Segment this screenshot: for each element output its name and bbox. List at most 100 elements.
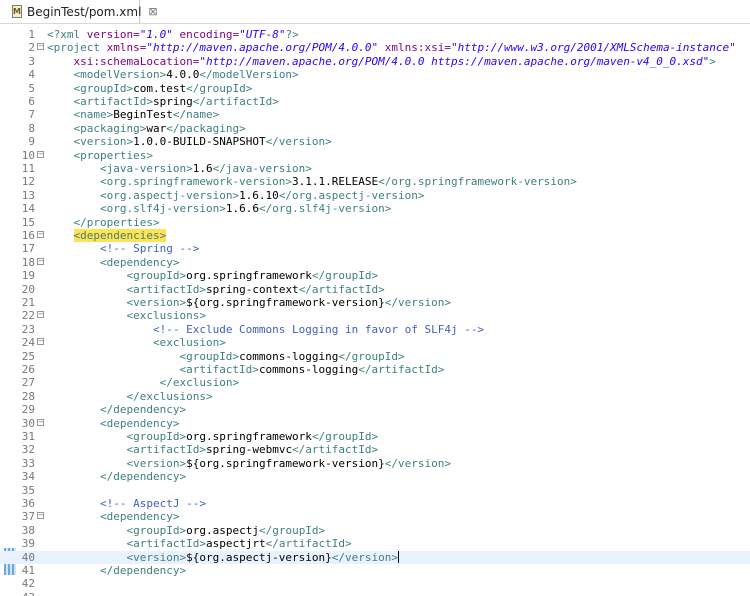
code-line[interactable]: 12 <org.springframework-version>3.1.1.RE… bbox=[0, 175, 750, 188]
code-line[interactable]: 13 <org.aspectj-version>1.6.10</org.aspe… bbox=[0, 189, 750, 202]
code-text: <exclusion> bbox=[47, 336, 226, 349]
code-line[interactable]: 14 <org.slf4j-version>1.6.6</org.slf4j-v… bbox=[0, 202, 750, 215]
code-text: </properties> bbox=[47, 216, 160, 229]
xml-text: war bbox=[146, 121, 167, 135]
fold-toggle-icon[interactable]: − bbox=[37, 418, 44, 426]
xml-tag: </artifactId> bbox=[192, 95, 279, 108]
xml-comment: <!-- AspectJ --> bbox=[99, 497, 206, 510]
code-line[interactable]: 42 bbox=[0, 577, 750, 590]
code-line[interactable]: 38 <groupId>org.aspectj</groupId> bbox=[0, 524, 750, 537]
fold-toggle-icon[interactable]: − bbox=[37, 257, 44, 265]
code-text: <groupId>org.springframework</groupId> bbox=[47, 430, 378, 443]
code-line[interactable]: 21 <version>${org.springframework-versio… bbox=[0, 296, 750, 309]
line-number: 22 bbox=[21, 309, 35, 323]
xml-tag: </groupId> bbox=[311, 430, 379, 443]
code-line[interactable]: 26 <artifactId>commons-logging</artifact… bbox=[0, 363, 750, 376]
code-line[interactable]: 31 <groupId>org.springframework</groupId… bbox=[0, 430, 750, 443]
xml-tag: </dependency> bbox=[99, 403, 187, 417]
code-text: <groupId>commons-logging</groupId> bbox=[47, 349, 405, 363]
fold-toggle-icon[interactable]: − bbox=[37, 231, 44, 238]
code-text: <groupId>org.springframework</groupId> bbox=[47, 269, 378, 282]
code-line[interactable]: 7 <name>BeginTest</name> bbox=[0, 108, 750, 121]
xml-tag: <groupId> bbox=[73, 81, 134, 95]
code-text: </exclusion> bbox=[47, 376, 239, 389]
fold-toggle-icon[interactable]: − bbox=[37, 338, 44, 346]
xml-text: org.aspectj bbox=[186, 523, 259, 537]
code-line[interactable]: 10− <properties> bbox=[0, 149, 750, 162]
xml-tag: <groupId> bbox=[126, 523, 187, 537]
code-text: <version>${org.aspectj-version}</version… bbox=[47, 550, 400, 564]
code-text: <org.slf4j-version>1.6.6</org.slf4j-vers… bbox=[47, 202, 391, 215]
code-line[interactable]: 39 <artifactId>aspectjrt</artifactId> bbox=[0, 537, 750, 550]
xml-tag: </exclusion> bbox=[159, 376, 240, 390]
code-line[interactable]: 30− <dependency> bbox=[0, 417, 750, 430]
code-line[interactable]: 32 <artifactId>spring-webmvc</artifactId… bbox=[0, 443, 750, 456]
code-line[interactable]: 4 <modelVersion>4.0.0</modelVersion> bbox=[0, 68, 750, 81]
code-line[interactable]: 40 <version>${org.aspectj-version}</vers… bbox=[0, 550, 750, 564]
xml-tag: </groupId> bbox=[311, 269, 379, 283]
code-line[interactable]: 25 <groupId>commons-logging</groupId> bbox=[0, 350, 750, 363]
code-line[interactable]: 37− <dependency> bbox=[0, 510, 750, 523]
code-line[interactable]: 5 <groupId>com.test</groupId> bbox=[0, 82, 750, 95]
code-line[interactable]: 36 <!-- AspectJ --> bbox=[0, 497, 750, 510]
code-line[interactable]: 1 <?xml version="1.0" encoding="UTF-8"?> bbox=[0, 28, 750, 41]
code-line[interactable]: 9 <version>1.0.0-BUILD-SNAPSHOT</version… bbox=[0, 135, 750, 148]
code-line[interactable]: 27 </exclusion> bbox=[0, 376, 750, 389]
line-number: 13 bbox=[21, 188, 35, 202]
xml-tag: </groupId> bbox=[338, 349, 405, 363]
code-line[interactable]: 11 <java-version>1.6</java-version> bbox=[0, 162, 750, 175]
xml-text: 1.6.10 bbox=[239, 188, 279, 202]
line-number: 25 bbox=[21, 349, 35, 363]
xml-tag: <name> bbox=[73, 108, 114, 122]
xml-text: 3.1.1.RELEASE bbox=[292, 175, 379, 189]
line-number: 18 bbox=[21, 255, 35, 269]
fold-toggle-icon[interactable]: − bbox=[37, 43, 44, 51]
line-number: 4 bbox=[28, 68, 35, 82]
code-text: <dependency> bbox=[47, 417, 179, 430]
code-line[interactable]: 28 </exclusions> bbox=[0, 390, 750, 403]
code-text: <org.aspectj-version>1.6.10</org.aspectj… bbox=[47, 189, 425, 202]
code-text: </dependency> bbox=[47, 564, 186, 577]
maven-file-icon: M bbox=[12, 5, 22, 18]
xml-source-editor[interactable]: 1 <?xml version="1.0" encoding="UTF-8"?> 2… bbox=[0, 24, 750, 596]
code-line[interactable]: 20 <artifactId>spring-context</artifactI… bbox=[0, 283, 750, 296]
code-line[interactable]: 41 </dependency> bbox=[0, 564, 750, 577]
code-text: <dependencies> bbox=[47, 229, 167, 242]
code-line[interactable]: 22− <exclusions> bbox=[0, 309, 750, 322]
code-line[interactable]: 35 bbox=[0, 484, 750, 497]
line-number: 11 bbox=[21, 162, 35, 175]
code-line[interactable]: 29 </dependency> bbox=[0, 403, 750, 416]
xml-text: 1.0.0-BUILD-SNAPSHOT bbox=[133, 135, 266, 149]
xml-tag: </artifactId> bbox=[265, 537, 352, 551]
line-number: 19 bbox=[21, 269, 35, 283]
fold-toggle-icon[interactable]: − bbox=[37, 311, 44, 319]
code-line[interactable]: 3 xsi:schemaLocation="http://maven.apach… bbox=[0, 55, 750, 68]
line-number: 36 bbox=[21, 497, 35, 510]
code-line[interactable]: 19 <groupId>org.springframework</groupId… bbox=[0, 269, 750, 282]
line-number: 37 bbox=[21, 510, 35, 524]
code-line[interactable]: 16− <dependencies> bbox=[0, 229, 750, 242]
close-icon[interactable]: ⊠ bbox=[148, 5, 157, 18]
code-line[interactable]: 24− <exclusion> bbox=[0, 336, 750, 349]
code-line[interactable]: 18− <dependency> bbox=[0, 256, 750, 269]
code-line[interactable]: 33 <version>${org.springframework-versio… bbox=[0, 457, 750, 470]
code-text: <org.springframework-version>3.1.1.RELEA… bbox=[47, 175, 577, 188]
code-text: <artifactId>spring-context</artifactId> bbox=[47, 283, 384, 296]
editor-tab-pom-xml[interactable]: M BeginTest/pom.xml ⊠ bbox=[0, 0, 158, 23]
code-line[interactable]: 17 <!-- Spring --> bbox=[0, 242, 750, 255]
code-line[interactable]: 6 <artifactId>spring</artifactId> bbox=[0, 95, 750, 108]
xml-tag: <exclusions> bbox=[126, 309, 206, 323]
xml-tag: <?xml bbox=[47, 28, 87, 41]
code-text: <!-- Spring --> bbox=[47, 242, 199, 255]
code-line[interactable]: 34 </dependency> bbox=[0, 470, 750, 483]
code-line[interactable]: 8 <packaging>war</packaging> bbox=[0, 122, 750, 135]
code-line[interactable]: 15 </properties> bbox=[0, 216, 750, 229]
line-number: 16 bbox=[21, 229, 35, 242]
xml-tag: <org.springframework-version> bbox=[99, 175, 293, 189]
fold-toggle-icon[interactable]: − bbox=[37, 150, 44, 158]
code-line[interactable]: 2− <project xmlns="http://maven.apache.or… bbox=[0, 41, 750, 54]
fold-toggle-icon[interactable]: − bbox=[37, 512, 44, 520]
xml-text: 4.0.0 bbox=[166, 68, 200, 82]
code-line[interactable]: 43 bbox=[0, 591, 750, 596]
code-line[interactable]: 23 <!-- Exclude Commons Logging in favor… bbox=[0, 323, 750, 336]
